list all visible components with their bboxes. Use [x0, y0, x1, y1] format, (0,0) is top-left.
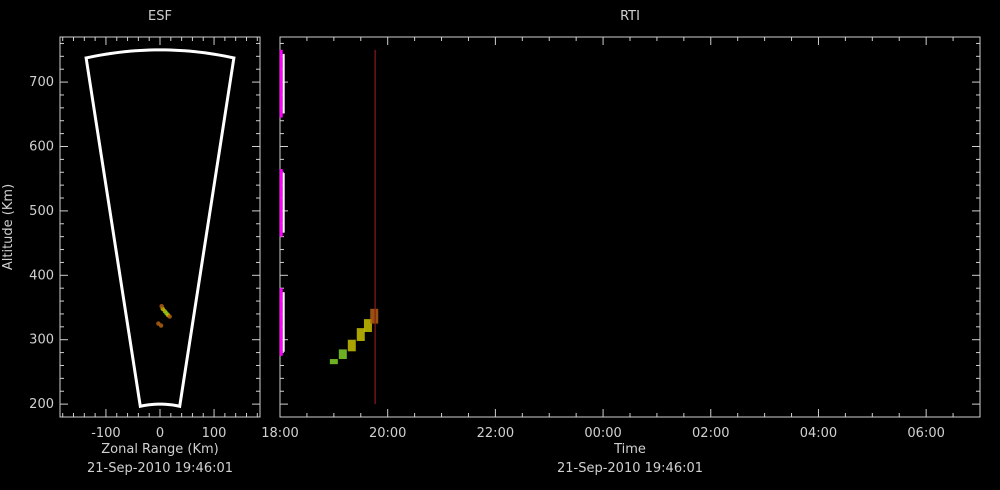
rti-xtick-label: 00:00 [584, 426, 621, 441]
esf-echo-point [167, 314, 172, 319]
rti-strip-white [282, 292, 285, 352]
rti-echo [279, 49, 379, 365]
rti-echo-cell [356, 328, 365, 341]
esf-fan-outline [84, 48, 236, 409]
rti-xtick-label: 02:00 [692, 426, 729, 441]
esf-ytick-label: 700 [29, 75, 54, 90]
rti-echo-cell [329, 359, 338, 365]
rti-axes-frame [279, 36, 981, 418]
rti-strip-white [282, 173, 285, 233]
rti-strip-magenta [279, 169, 283, 237]
esf-ylabel: Altitude (Km) [1, 184, 16, 270]
rti-xtick-label: 18:00 [261, 426, 298, 441]
rti-strip-white [282, 53, 285, 114]
esf-ytick-label: 400 [29, 268, 54, 283]
esf-echo-point [159, 304, 164, 309]
rti-title: RTI [620, 9, 640, 24]
rti-timestamp: 21-Sep-2010 19:46:01 [557, 461, 703, 476]
rti-strip-magenta [279, 49, 283, 118]
esf-rti-figure: ESF -100 0 100 200 300 400 500 600 700 Zonal Ran… [1, 9, 981, 476]
rti-xtick-label: 04:00 [800, 426, 837, 441]
esf-xtick-label: -100 [91, 426, 121, 441]
esf-ytick-label: 300 [29, 333, 54, 348]
esf-echo [156, 304, 172, 328]
esf-panel: ESF -100 0 100 200 300 400 500 600 700 Zonal Ran… [1, 9, 261, 476]
esf-ticks: -100 0 100 200 300 400 500 600 700 [29, 37, 260, 441]
rti-echo-cell [347, 339, 356, 352]
esf-xtick-label: 100 [202, 426, 227, 441]
rti-panel: RTI 18:00 20:00 22:00 00:00 02:00 04:00 06:00 … [261, 9, 981, 476]
rti-xlabel: Time [613, 442, 646, 457]
rti-xtick-label: 22:00 [477, 426, 514, 441]
rti-strip-magenta [279, 288, 283, 356]
rti-echo-cell [338, 349, 347, 360]
rti-echo-cell [370, 308, 379, 324]
esf-xlabel: Zonal Range (Km) [101, 442, 218, 457]
esf-timestamp: 21-Sep-2010 19:46:01 [87, 461, 233, 476]
rti-xtick-label: 06:00 [907, 426, 944, 441]
esf-ytick-label: 500 [29, 204, 54, 219]
esf-ytick-label: 200 [29, 397, 54, 412]
esf-title: ESF [148, 9, 172, 24]
esf-axes-frame [59, 36, 261, 418]
rti-ticks: 18:00 20:00 22:00 00:00 02:00 04:00 06:00 [261, 37, 980, 441]
esf-echo-point [158, 323, 164, 328]
esf-xtick-label: 0 [156, 426, 164, 441]
rti-xtick-label: 20:00 [369, 426, 406, 441]
esf-ytick-label: 600 [29, 139, 54, 154]
